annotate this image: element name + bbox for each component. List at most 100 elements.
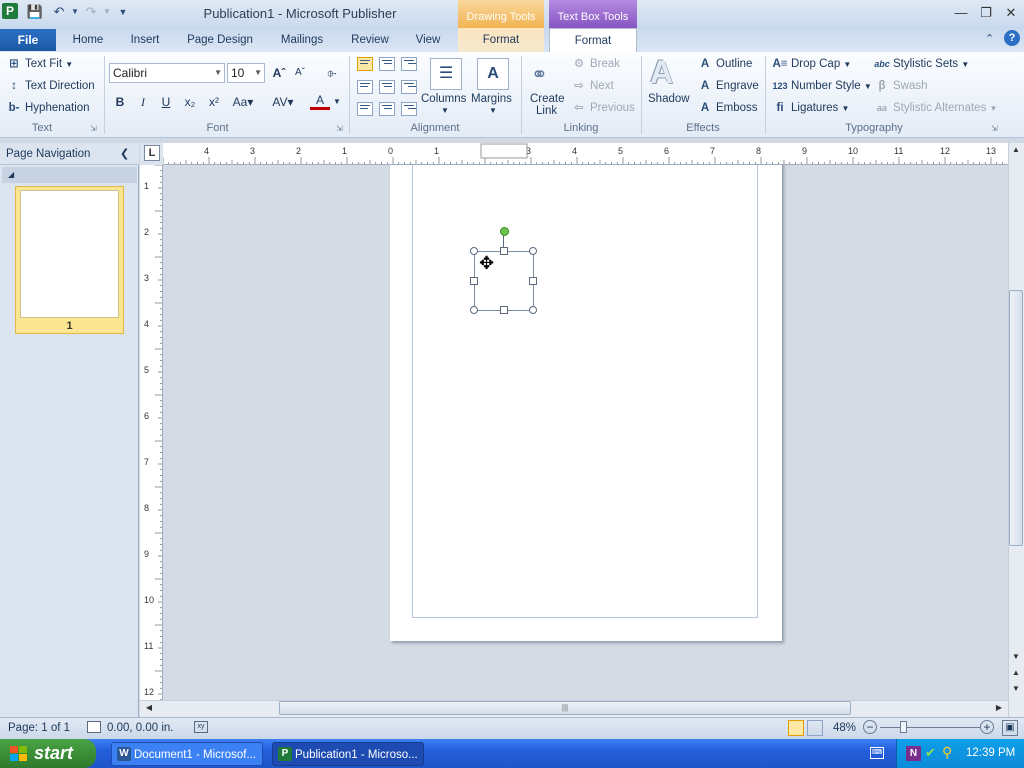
ligatures-button[interactable]: fi Ligatures ▼ (772, 99, 849, 118)
scroll-right-icon[interactable]: ▶ (993, 703, 1005, 712)
two-page-view-icon[interactable] (807, 720, 823, 736)
page-thumbnail-preview[interactable] (20, 190, 119, 318)
zoom-slider-track[interactable] (880, 727, 980, 728)
minimize-button[interactable]: — (950, 4, 972, 22)
onenote-icon[interactable]: N (906, 746, 921, 761)
typography-group-launcher-icon[interactable]: ⇲ (991, 124, 998, 133)
keyboard-icon[interactable]: ⌨ (870, 747, 884, 759)
align-top-left-icon[interactable] (357, 57, 373, 71)
zoom-in-icon[interactable]: + (980, 720, 994, 734)
previous-button[interactable]: ⇦ Previous (571, 99, 635, 117)
restore-button[interactable]: ❐ (975, 4, 997, 22)
page-indicator[interactable]: Page: 1 of 1 (8, 719, 70, 737)
stylistic-sets-button[interactable]: abc Stylistic Sets ▼ (874, 55, 969, 74)
tab-page-design[interactable]: Page Design (178, 28, 262, 52)
margins-dropdown-icon[interactable]: ▼ (489, 106, 497, 115)
create-link-icon[interactable]: ⚭ (531, 62, 548, 87)
tab-format-textbox[interactable]: Format (549, 28, 637, 53)
drop-cap-button[interactable]: A≡ Drop Cap ▼ (772, 55, 851, 74)
text-box-ruler-range[interactable] (480, 143, 528, 159)
engrave-button[interactable]: A Engrave (697, 77, 759, 95)
create-link-button-line2[interactable]: Link (536, 102, 557, 120)
hyphenation-button[interactable]: b- Hyphenation (6, 99, 90, 117)
text-group-launcher-icon[interactable]: ⇲ (90, 124, 97, 133)
margins-icon[interactable]: A (477, 58, 509, 90)
align-center-left-icon[interactable] (357, 80, 373, 94)
previous-page-icon[interactable]: ▲ (1009, 668, 1023, 677)
font-size-combo[interactable]: 10 ▼ (227, 63, 265, 83)
horizontal-scroll-thumb[interactable]: ||| (279, 701, 851, 715)
next-page-icon[interactable]: ▼ (1009, 684, 1023, 693)
resize-handle-top-left[interactable] (470, 247, 478, 255)
scroll-left-icon[interactable]: ◀ (143, 703, 155, 712)
underline-icon[interactable]: U (156, 92, 176, 112)
scroll-up-icon[interactable]: ▲ (1009, 145, 1023, 154)
taskbar-word-document[interactable]: Document1 - Microsof... (111, 742, 263, 766)
taskbar-publisher[interactable]: Publication1 - Microso... (272, 742, 424, 766)
font-name-combo[interactable]: Calibri ▼ (109, 63, 225, 83)
font-group-launcher-icon[interactable]: ⇲ (336, 124, 343, 133)
resize-handle-bottom-left[interactable] (470, 306, 478, 314)
bold-icon[interactable]: B (110, 92, 130, 112)
character-spacing-icon[interactable]: AV▾ (270, 92, 296, 112)
shadow-button[interactable]: Shadow (648, 90, 690, 108)
search-icon[interactable]: ⚲ (942, 744, 952, 761)
align-center-icon[interactable] (379, 80, 395, 94)
tab-format-drawing[interactable]: Format (458, 28, 544, 52)
horizontal-ruler[interactable]: 4321012345678910111213 (163, 143, 1008, 165)
close-button[interactable]: ✕ (1000, 4, 1022, 22)
align-bottom-left-icon[interactable] (357, 102, 373, 116)
align-center-right-icon[interactable] (401, 80, 417, 94)
stylistic-alternates-button[interactable]: aa Stylistic Alternates ▼ (874, 99, 997, 118)
tab-home[interactable]: Home (64, 28, 112, 52)
tab-selector-button[interactable]: L (144, 145, 160, 161)
tab-review[interactable]: Review (342, 28, 398, 52)
align-bottom-right-icon[interactable] (401, 102, 417, 116)
zoom-level[interactable]: 48% (833, 719, 856, 737)
change-case-icon[interactable]: Aa▾ (230, 92, 256, 112)
emboss-button[interactable]: A Emboss (697, 99, 758, 117)
tab-file[interactable]: File (0, 29, 56, 51)
collapse-nav-icon[interactable]: ❮ (120, 143, 134, 165)
columns-dropdown-icon[interactable]: ▼ (441, 106, 449, 115)
network-icon[interactable]: ✔ (925, 745, 936, 761)
zoom-slider-thumb[interactable] (900, 721, 907, 733)
shadow-icon[interactable]: A (650, 54, 673, 91)
subscript-icon[interactable]: x₂ (180, 92, 200, 112)
resize-handle-top[interactable] (500, 247, 508, 255)
font-color-dropdown-icon[interactable]: ▼ (333, 97, 341, 106)
text-fit-button[interactable]: ⊞ Text Fit ▼ (6, 55, 73, 74)
superscript-icon[interactable]: x² (204, 92, 224, 112)
rotation-handle[interactable] (500, 227, 509, 236)
text-direction-button[interactable]: ↕ Text Direction (6, 77, 95, 95)
columns-icon[interactable]: ☰ (430, 58, 462, 90)
number-style-button[interactable]: 123 Number Style ▼ (772, 77, 871, 96)
fit-page-icon[interactable]: ▣ (1002, 720, 1018, 736)
swash-button[interactable]: β Swash (874, 77, 927, 95)
align-top-center-icon[interactable] (379, 57, 395, 71)
align-top-right-icon[interactable] (401, 57, 417, 71)
italic-icon[interactable]: I (133, 92, 153, 112)
next-button[interactable]: ⇨ Next (571, 77, 613, 95)
publication-canvas[interactable]: ✥ (163, 165, 1008, 700)
tab-view[interactable]: View (406, 28, 450, 52)
shrink-font-icon[interactable]: Aˇ (290, 63, 310, 83)
nav-expand-icon[interactable]: ◢ (2, 167, 137, 183)
clear-formatting-icon[interactable]: ⌱ (322, 63, 342, 83)
resize-handle-left[interactable] (470, 277, 478, 285)
tab-mailings[interactable]: Mailings (270, 28, 334, 52)
tab-insert[interactable]: Insert (120, 28, 170, 52)
resize-handle-top-right[interactable] (529, 247, 537, 255)
help-icon[interactable]: ? (1004, 30, 1020, 46)
grow-font-icon[interactable]: Aˆ (269, 63, 289, 83)
scroll-down-icon[interactable]: ▼ (1009, 652, 1023, 661)
resize-handle-right[interactable] (529, 277, 537, 285)
font-color-icon[interactable]: A (310, 90, 330, 110)
resize-handle-bottom[interactable] (500, 306, 508, 314)
vertical-ruler[interactable]: 1 2 3 4 5 6 7 8 9 10 11 12 (140, 165, 163, 700)
resize-handle-bottom-right[interactable] (529, 306, 537, 314)
align-bottom-center-icon[interactable] (379, 102, 395, 116)
outline-button[interactable]: A Outline (697, 55, 753, 73)
single-page-view-icon[interactable] (788, 720, 804, 736)
break-button[interactable]: ⚙ Break (571, 55, 620, 73)
